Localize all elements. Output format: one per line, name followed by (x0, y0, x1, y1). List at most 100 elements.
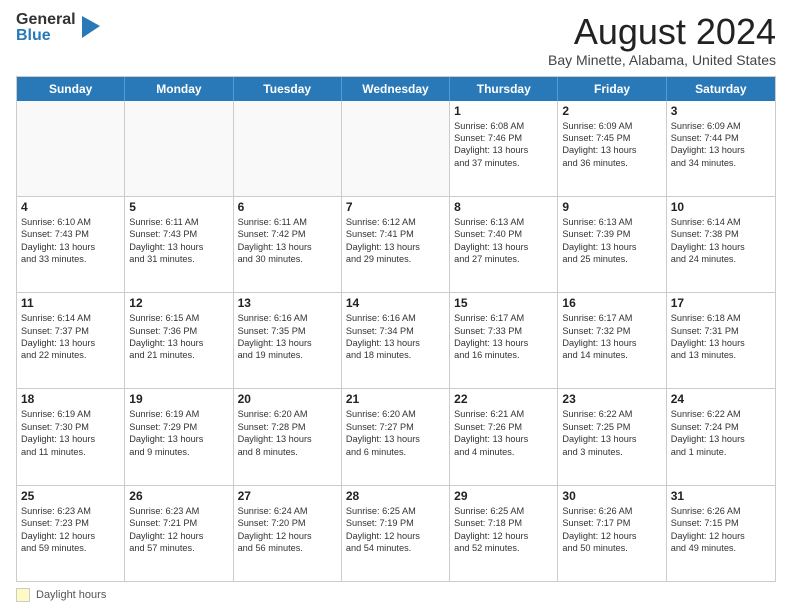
cell-line: Sunrise: 6:18 AM (671, 312, 771, 324)
cell-line: Daylight: 13 hours (238, 433, 337, 445)
cell-line: Daylight: 13 hours (562, 144, 661, 156)
cell-line: and 52 minutes. (454, 542, 553, 554)
cell-line: Sunset: 7:25 PM (562, 421, 661, 433)
cell-line: and 22 minutes. (21, 349, 120, 361)
cell-line: Sunrise: 6:15 AM (129, 312, 228, 324)
cal-cell: 12Sunrise: 6:15 AMSunset: 7:36 PMDayligh… (125, 293, 233, 388)
day-number: 9 (562, 200, 661, 214)
cell-line: Sunset: 7:21 PM (129, 517, 228, 529)
cell-line: Sunset: 7:42 PM (238, 228, 337, 240)
cell-line: Sunrise: 6:09 AM (671, 120, 771, 132)
cell-line: Sunset: 7:46 PM (454, 132, 553, 144)
day-number: 18 (21, 392, 120, 406)
cell-line: Sunrise: 6:10 AM (21, 216, 120, 228)
cell-line: and 33 minutes. (21, 253, 120, 265)
cell-line: Daylight: 13 hours (21, 433, 120, 445)
logo-general: General (16, 12, 76, 28)
cell-line: Sunrise: 6:16 AM (346, 312, 445, 324)
cell-line: Sunset: 7:38 PM (671, 228, 771, 240)
cell-line: Daylight: 13 hours (21, 337, 120, 349)
cal-row: 4Sunrise: 6:10 AMSunset: 7:43 PMDaylight… (17, 196, 775, 292)
cal-header-cell: Sunday (17, 77, 125, 101)
cal-cell: 1Sunrise: 6:08 AMSunset: 7:46 PMDaylight… (450, 101, 558, 196)
location-text: Bay Minette, Alabama, United States (548, 52, 776, 68)
cell-line: Sunrise: 6:11 AM (129, 216, 228, 228)
cell-line: Daylight: 13 hours (346, 337, 445, 349)
cell-line: Daylight: 13 hours (129, 241, 228, 253)
cell-line: Sunrise: 6:13 AM (454, 216, 553, 228)
cell-line: and 57 minutes. (129, 542, 228, 554)
day-number: 24 (671, 392, 771, 406)
day-number: 15 (454, 296, 553, 310)
cal-row: 25Sunrise: 6:23 AMSunset: 7:23 PMDayligh… (17, 485, 775, 581)
cell-line: Daylight: 13 hours (454, 337, 553, 349)
cell-line: and 13 minutes. (671, 349, 771, 361)
day-number: 3 (671, 104, 771, 118)
cell-line: Sunset: 7:30 PM (21, 421, 120, 433)
cal-cell: 4Sunrise: 6:10 AMSunset: 7:43 PMDaylight… (17, 197, 125, 292)
day-number: 17 (671, 296, 771, 310)
cell-line: and 4 minutes. (454, 446, 553, 458)
cell-line: Sunset: 7:36 PM (129, 325, 228, 337)
cal-cell: 28Sunrise: 6:25 AMSunset: 7:19 PMDayligh… (342, 486, 450, 581)
cal-cell: 8Sunrise: 6:13 AMSunset: 7:40 PMDaylight… (450, 197, 558, 292)
day-number: 13 (238, 296, 337, 310)
cell-line: Sunrise: 6:11 AM (238, 216, 337, 228)
cal-cell: 6Sunrise: 6:11 AMSunset: 7:42 PMDaylight… (234, 197, 342, 292)
cal-cell: 13Sunrise: 6:16 AMSunset: 7:35 PMDayligh… (234, 293, 342, 388)
cal-cell: 19Sunrise: 6:19 AMSunset: 7:29 PMDayligh… (125, 389, 233, 484)
cell-line: and 31 minutes. (129, 253, 228, 265)
cal-cell: 20Sunrise: 6:20 AMSunset: 7:28 PMDayligh… (234, 389, 342, 484)
cell-line: Daylight: 13 hours (454, 144, 553, 156)
cell-line: Daylight: 13 hours (671, 433, 771, 445)
cal-cell: 23Sunrise: 6:22 AMSunset: 7:25 PMDayligh… (558, 389, 666, 484)
cell-line: Sunrise: 6:23 AM (129, 505, 228, 517)
day-number: 27 (238, 489, 337, 503)
cal-cell: 5Sunrise: 6:11 AMSunset: 7:43 PMDaylight… (125, 197, 233, 292)
cal-cell: 11Sunrise: 6:14 AMSunset: 7:37 PMDayligh… (17, 293, 125, 388)
calendar: SundayMondayTuesdayWednesdayThursdayFrid… (16, 76, 776, 582)
day-number: 29 (454, 489, 553, 503)
cell-line: and 25 minutes. (562, 253, 661, 265)
cell-line: Daylight: 13 hours (21, 241, 120, 253)
cal-cell: 29Sunrise: 6:25 AMSunset: 7:18 PMDayligh… (450, 486, 558, 581)
cal-cell: 30Sunrise: 6:26 AMSunset: 7:17 PMDayligh… (558, 486, 666, 581)
cell-line: Sunset: 7:37 PM (21, 325, 120, 337)
cell-line: Daylight: 12 hours (562, 530, 661, 542)
cell-line: Sunrise: 6:19 AM (21, 408, 120, 420)
cal-cell (342, 101, 450, 196)
day-number: 25 (21, 489, 120, 503)
cell-line: Sunset: 7:45 PM (562, 132, 661, 144)
cell-line: and 59 minutes. (21, 542, 120, 554)
cal-row: 11Sunrise: 6:14 AMSunset: 7:37 PMDayligh… (17, 292, 775, 388)
cell-line: Sunset: 7:41 PM (346, 228, 445, 240)
cell-line: Daylight: 13 hours (238, 337, 337, 349)
cell-line: Daylight: 13 hours (454, 241, 553, 253)
cal-cell (234, 101, 342, 196)
cell-line: and 1 minute. (671, 446, 771, 458)
day-number: 14 (346, 296, 445, 310)
day-number: 31 (671, 489, 771, 503)
cell-line: Sunrise: 6:23 AM (21, 505, 120, 517)
cal-cell (17, 101, 125, 196)
cell-line: Sunrise: 6:08 AM (454, 120, 553, 132)
cell-line: Sunrise: 6:17 AM (562, 312, 661, 324)
cell-line: Daylight: 12 hours (238, 530, 337, 542)
day-number: 23 (562, 392, 661, 406)
cell-line: Sunset: 7:18 PM (454, 517, 553, 529)
logo-text: General Blue (16, 12, 76, 44)
day-number: 30 (562, 489, 661, 503)
logo: General Blue (16, 12, 100, 44)
cell-line: Daylight: 13 hours (346, 433, 445, 445)
cell-line: Daylight: 13 hours (129, 337, 228, 349)
cell-line: Daylight: 13 hours (238, 241, 337, 253)
cell-line: and 19 minutes. (238, 349, 337, 361)
cell-line: Sunset: 7:43 PM (129, 228, 228, 240)
logo-blue: Blue (16, 28, 76, 44)
cal-row: 1Sunrise: 6:08 AMSunset: 7:46 PMDaylight… (17, 101, 775, 196)
cell-line: Sunrise: 6:13 AM (562, 216, 661, 228)
cell-line: Sunrise: 6:21 AM (454, 408, 553, 420)
day-number: 28 (346, 489, 445, 503)
cell-line: Sunrise: 6:17 AM (454, 312, 553, 324)
logo-icon (82, 16, 100, 38)
